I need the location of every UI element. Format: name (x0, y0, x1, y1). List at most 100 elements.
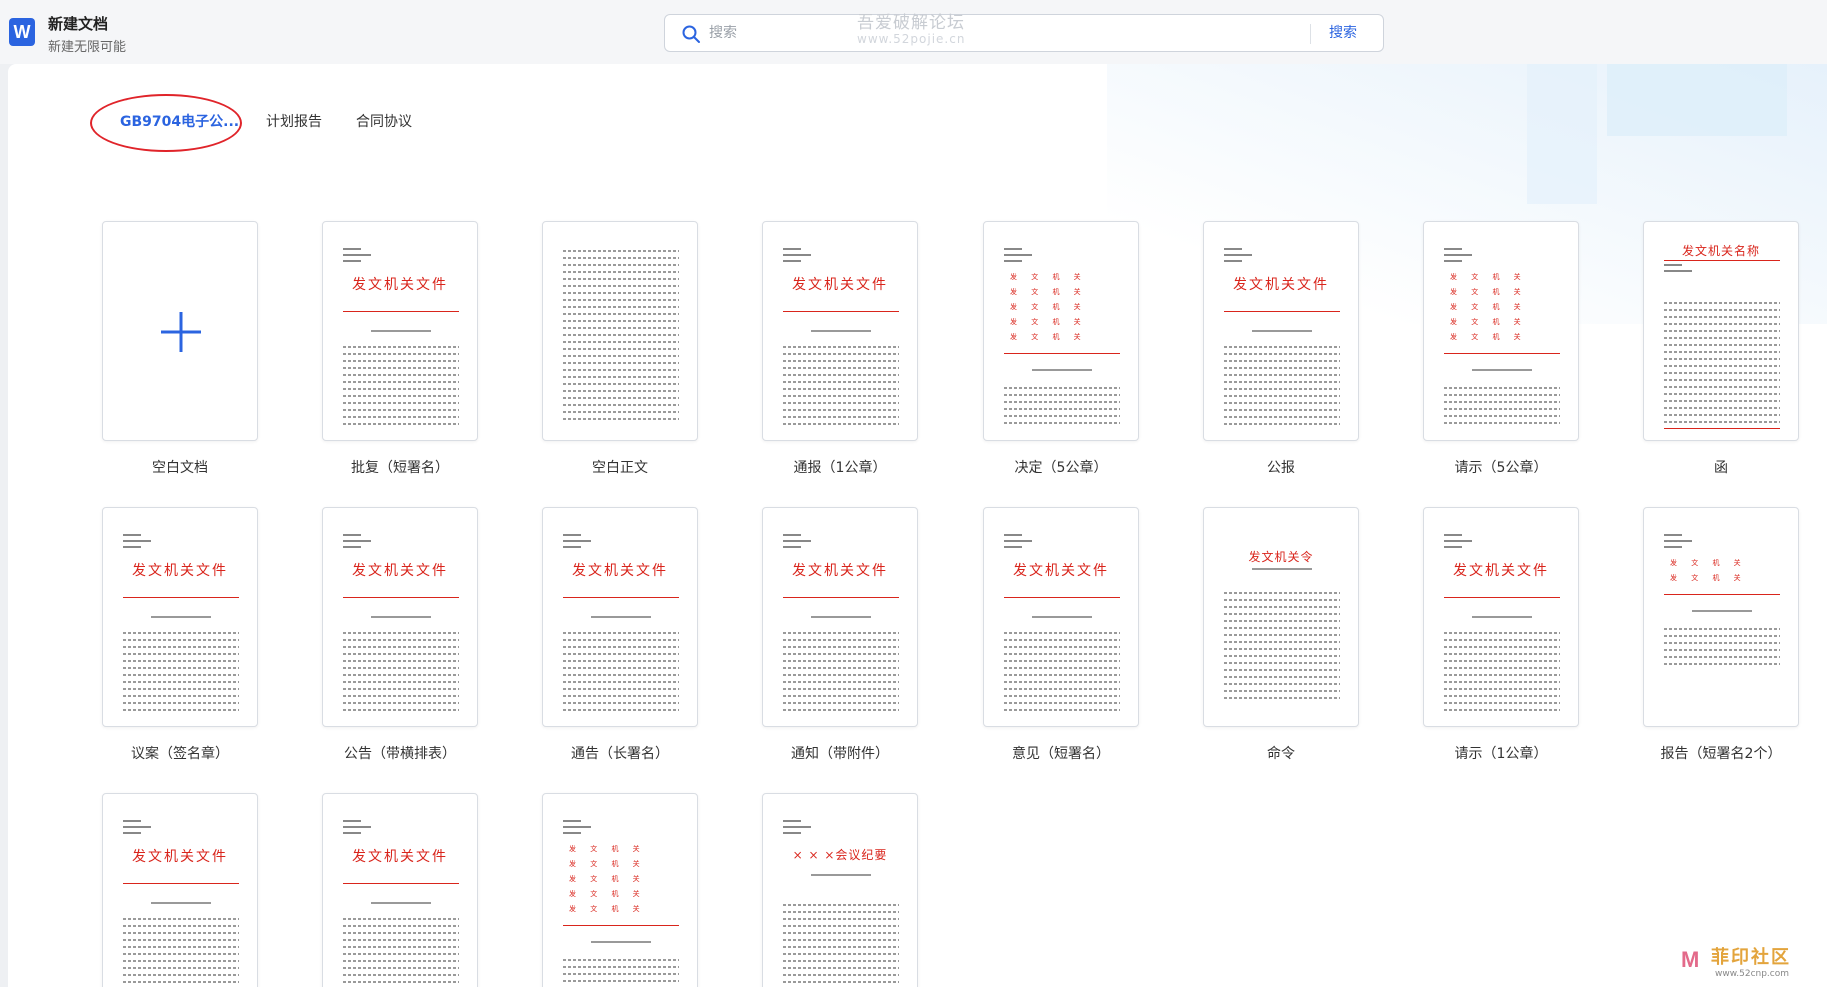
thumb-text-line (1004, 632, 1120, 634)
thumb-text-line (1224, 374, 1340, 376)
template-thumbnail: 发文机关文件 (983, 507, 1139, 727)
thumb-text-line (123, 974, 239, 976)
thumb-issuer-line: 发 文 机 关 (569, 875, 646, 883)
watermark-logo-icon: M (1681, 947, 1700, 972)
category-tabs: GB9704电子公... 计划报告 合同协议 (8, 64, 608, 184)
thumb-text-line (783, 702, 899, 704)
thumb-text-line (1004, 408, 1120, 410)
thumb-text-line (343, 918, 459, 920)
thumb-text-line (1004, 695, 1120, 697)
thumb-text-line (783, 395, 899, 397)
thumb-title: 发文机关文件 (1013, 563, 1109, 579)
thumb-text-line (1224, 360, 1340, 362)
app-header: W 新建文档 新建无限可能 搜索 吾爱破解论坛 www.52pojie.cn (0, 0, 1827, 64)
thumb-text-line (783, 416, 899, 418)
thumb-text-line (1444, 387, 1560, 389)
thumb-text-line (1664, 309, 1780, 311)
thumb-meta-line (1444, 260, 1462, 262)
template-thumbnail: 发文机关文件 (322, 793, 478, 987)
thumb-text-line (1444, 674, 1560, 676)
thumb-text-line (783, 423, 899, 425)
thumb-issuer-line: 发 文 机 关 (1450, 303, 1527, 311)
template-thumbnail: 发文机关令 (1203, 507, 1359, 727)
thumb-text-line (343, 667, 459, 669)
thumb-text-line (343, 660, 459, 662)
thumb-text-line (563, 376, 679, 378)
thumb-text-line (563, 320, 679, 322)
template-label: 公告（带横排表） (344, 746, 456, 762)
thumb-text-line (343, 932, 459, 934)
thumb-meta-line (343, 832, 361, 834)
thumb-text-line (1004, 415, 1120, 417)
thumb-text-line (123, 918, 239, 920)
thumb-text-line (1664, 358, 1780, 360)
watermark-bottom-url: www.52cnp.com (1715, 969, 1790, 979)
thumb-text-line (123, 667, 239, 669)
thumb-text-line (1664, 628, 1780, 630)
thumb-text-line (1664, 386, 1780, 388)
thumb-text-line (1004, 660, 1120, 662)
thumb-text-line (1444, 639, 1560, 641)
thumb-red-rule (1664, 428, 1780, 429)
thumb-text-line (123, 653, 239, 655)
thumb-meta-line (563, 540, 591, 542)
tab-gb9704[interactable]: GB9704电子公... (120, 112, 239, 132)
thumb-title: 发文机关文件 (352, 277, 448, 293)
thumb-text-line (783, 653, 899, 655)
thumb-text-line (1444, 653, 1560, 655)
thumb-text-line (783, 388, 899, 390)
tab-contract[interactable]: 合同协议 (356, 112, 412, 132)
thumb-red-rule (783, 597, 899, 598)
thumb-text-line (563, 709, 679, 711)
thumb-text-line (1664, 379, 1780, 381)
thumb-subject-line (371, 902, 431, 904)
thumb-text-line (343, 946, 459, 948)
deco-square (1607, 64, 1787, 136)
thumb-text-line (1444, 401, 1560, 403)
thumb-red-rule (1444, 597, 1560, 598)
template-label: 议案（签名章） (131, 746, 229, 762)
thumb-text-line (343, 967, 459, 969)
thumb-text-line (563, 695, 679, 697)
thumb-meta-line (1004, 534, 1022, 536)
thumb-meta-line (123, 832, 141, 834)
thumb-text-line (1224, 416, 1340, 418)
search-button[interactable]: 搜索 (1329, 21, 1357, 45)
thumb-text-line (563, 681, 679, 683)
thumb-text-line (343, 974, 459, 976)
thumb-title: 发文机关文件 (1233, 277, 1329, 293)
watermark-logo: M 菲印社区 www.52cnp.com (1681, 943, 1821, 983)
template-thumbnail: 发文机关文件 (102, 507, 258, 727)
thumb-text-line (783, 925, 899, 927)
thumb-title: × × ×会议纪要 (792, 848, 888, 862)
thumb-text-line (343, 688, 459, 690)
thumb-text-line (343, 702, 459, 704)
tab-plan-report[interactable]: 计划报告 (266, 112, 322, 132)
thumb-text-line (123, 681, 239, 683)
search-input[interactable] (709, 21, 1309, 45)
thumb-text-line (783, 981, 899, 983)
thumb-subject-line (811, 874, 871, 876)
thumb-text-line (1224, 620, 1340, 622)
thumb-text-line (563, 397, 679, 399)
search-box[interactable]: 搜索 (664, 14, 1384, 52)
thumb-text-line (123, 702, 239, 704)
thumb-subject-line (151, 902, 211, 904)
deco-square (1527, 64, 1597, 204)
template-thumbnail: 发文机关文件 (322, 221, 478, 441)
thumb-meta-line (563, 826, 591, 828)
search-icon (682, 25, 700, 43)
thumb-text-line (123, 953, 239, 955)
thumb-text-line (1444, 709, 1560, 711)
thumb-meta-line (343, 826, 371, 828)
template-label: 通告（长署名） (571, 746, 669, 762)
thumb-text-line (1224, 353, 1340, 355)
watermark-url: www.52pojie.cn (857, 32, 966, 46)
thumb-meta-line (1444, 540, 1472, 542)
thumb-subject-line (591, 941, 651, 943)
thumb-text-line (563, 973, 679, 975)
thumb-text-line (343, 953, 459, 955)
thumb-meta-line (563, 534, 581, 536)
thumb-subject-line (1692, 610, 1752, 612)
thumb-meta-line (1004, 254, 1032, 256)
